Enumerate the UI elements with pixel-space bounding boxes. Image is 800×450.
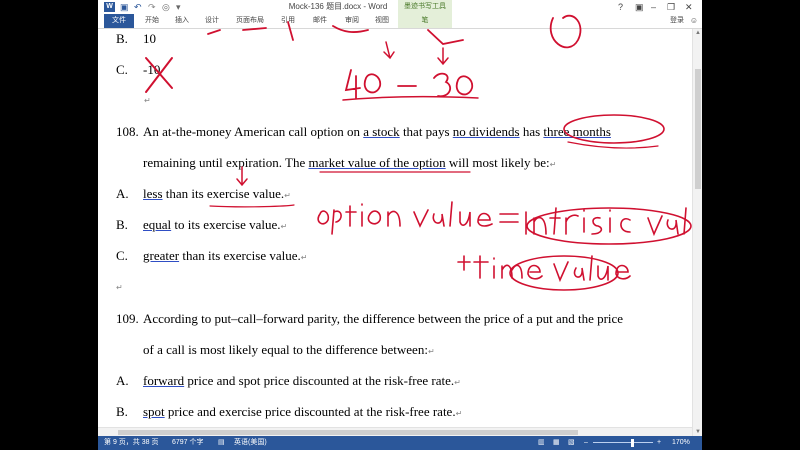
zoom-slider[interactable] [593,442,653,443]
zoom-in-button[interactable]: + [657,436,661,450]
help-icon[interactable]: ? [618,1,623,13]
tab-insert[interactable]: 插入 [170,14,194,28]
option-a-text: less than its exercise value.↵ [143,186,291,201]
tab-design[interactable]: 设计 [200,14,224,28]
tab-home[interactable]: 开始 [140,14,164,28]
word-window: W ▣ ↶ ↷ ◎ ▾ Mock-136 题目.docx - Word 墨迹书写… [98,0,702,450]
scroll-up-icon[interactable]: ▲ [693,30,702,36]
language-indicator[interactable]: 英语(美国) [234,436,267,450]
customize-toolbar-icon[interactable]: ▾ [176,2,181,12]
question-109-line2: of a call is most likely equal to the di… [143,342,435,357]
login-link[interactable]: 登录 [670,14,684,28]
question-109-line1: According to put–call–forward parity, th… [143,311,624,326]
proofing-icon[interactable]: ▤ [218,436,225,450]
tab-file[interactable]: 文件 [104,14,134,28]
print-layout-icon[interactable]: ▦ [553,436,560,450]
paragraph-mark: ↵ [144,96,151,105]
redo-icon[interactable]: ↷ [148,2,156,12]
web-layout-icon[interactable]: ▧ [568,436,575,450]
zoom-level[interactable]: 170% [672,436,690,450]
title-bar: W ▣ ↶ ↷ ◎ ▾ Mock-136 题目.docx - Word 墨迹书写… [98,0,702,14]
tab-pen[interactable]: 笔 [398,14,452,28]
tab-page-layout[interactable]: 页面布局 [232,14,268,28]
question-number: 108. [116,124,139,139]
paragraph-mark: ↵ [116,283,123,292]
word-logo-icon[interactable]: W [104,2,115,12]
word-count[interactable]: 6797 个字 [172,436,204,450]
right-black-bar [702,0,800,450]
horizontal-scroll-thumb[interactable] [118,430,578,435]
ribbon-display-icon[interactable]: ▣ [635,1,644,13]
save-icon[interactable]: ▣ [120,2,129,12]
ribbon-tabs: 文件 开始 插入 设计 页面布局 引用 邮件 审阅 视图 笔 登录 ☺ [98,14,702,29]
vertical-scrollbar[interactable]: ▲ ▼ [692,29,702,436]
option-letter: B. [116,31,128,46]
option-letter: C. [116,248,128,263]
document-area[interactable]: B. 10 C. -10 ↵ 108. An at-the-money Amer… [98,29,692,436]
question-108-line1: An at-the-money American call option on … [143,124,611,139]
vertical-scroll-thumb[interactable] [695,69,701,189]
option-text: 10 [143,31,156,46]
option-c-text: greater than its exercise value.↵ [143,248,308,263]
zoom-slider-knob[interactable] [631,439,634,447]
minimize-button[interactable]: – [651,1,656,13]
option-letter: A. [116,373,129,388]
tab-view[interactable]: 视图 [370,14,394,28]
close-button[interactable]: ✕ [685,1,693,13]
left-black-bar [0,0,98,450]
tab-review[interactable]: 审阅 [340,14,364,28]
option-b-text: spot price and exercise price discounted… [143,404,463,419]
restore-button[interactable]: ❐ [667,1,675,13]
option-letter: B. [116,217,128,232]
question-108-line2: remaining until expiration. The market v… [143,155,557,170]
option-letter: B. [116,404,128,419]
ink-tools-context-header: 墨迹书写工具 [398,0,452,14]
option-a-text: forward price and spot price discounted … [143,373,461,388]
zoom-out-button[interactable]: – [584,436,588,450]
tab-references[interactable]: 引用 [276,14,300,28]
option-b-text: equal to its exercise value.↵ [143,217,288,232]
undo-icon[interactable]: ↶ [134,2,142,12]
option-text: -10 [143,62,161,77]
touch-mode-icon[interactable]: ◎ [162,2,170,12]
tab-mailings[interactable]: 邮件 [308,14,332,28]
option-letter: C. [116,62,128,77]
page-count[interactable]: 第 9 页，共 38 页 [104,436,158,450]
status-bar: 第 9 页，共 38 页 6797 个字 ▤ 英语(美国) ▥ ▦ ▧ – + … [98,436,702,450]
read-mode-icon[interactable]: ▥ [538,436,545,450]
feedback-smiley-icon[interactable]: ☺ [690,14,698,28]
question-number: 109. [116,311,139,326]
scroll-down-icon[interactable]: ▼ [693,429,702,435]
option-letter: A. [116,186,129,201]
